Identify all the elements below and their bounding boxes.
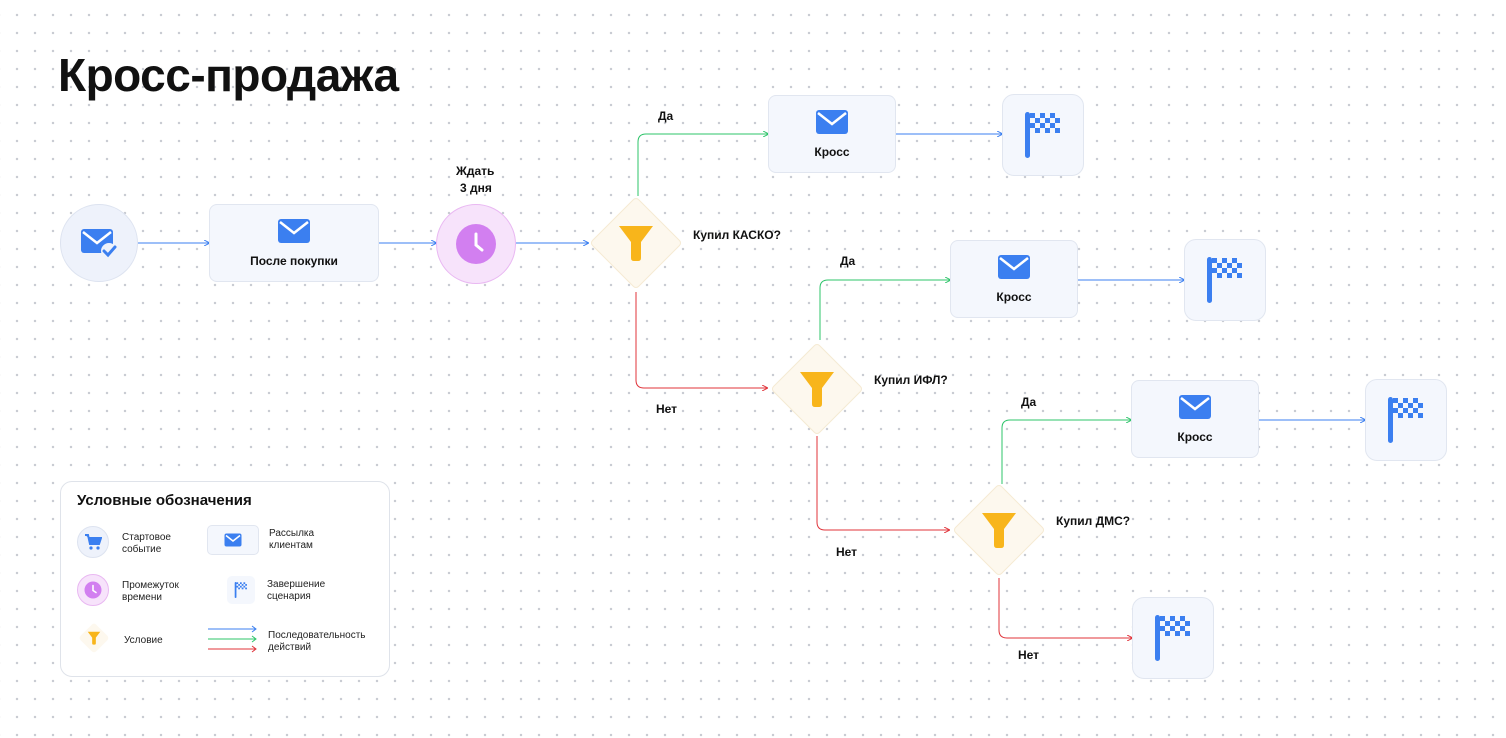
end-node-3[interactable] (1365, 379, 1447, 461)
cart-icon (85, 534, 102, 550)
funnel-icon (87, 631, 101, 645)
funnel-icon (619, 226, 653, 261)
wait-label-line2: 3 дня (460, 181, 492, 195)
no-label-1: Нет (656, 402, 678, 416)
legend-panel: Условные обозначения Стартовое событие Р… (60, 481, 390, 677)
condition-dms-icon-wrap (952, 483, 1046, 577)
legend-timer-l2: времени (122, 592, 162, 603)
legend-mail-icon (207, 525, 259, 555)
checkered-flag-icon (1207, 257, 1242, 303)
clock-icon (84, 581, 102, 599)
legend-end-icon (227, 576, 255, 604)
wait-label-line1: Ждать (456, 164, 495, 178)
condition-dms-label: Купил ДМС? (1056, 514, 1131, 528)
yes-label-2: Да (840, 254, 856, 268)
legend-start-l1: Стартовое (122, 532, 171, 543)
mail-icon (816, 110, 848, 134)
no-label-3: Нет (1018, 648, 1040, 662)
wait-timer-node[interactable] (436, 204, 516, 284)
cross-mail-node-3[interactable]: Кросс (1131, 380, 1259, 458)
legend-end-l1: Завершение (267, 579, 326, 590)
cross-mail-node-1[interactable]: Кросс (768, 95, 896, 173)
end-node-2[interactable] (1184, 239, 1266, 321)
end-node-4[interactable] (1132, 597, 1214, 679)
red-connectors (635, 292, 1132, 638)
checkered-flag-icon (1025, 112, 1060, 158)
node-label: Кросс (996, 290, 1032, 304)
legend-title: Условные обозначения (77, 492, 252, 509)
checkered-flag-icon (1388, 397, 1423, 443)
end-node-1[interactable] (1002, 94, 1084, 176)
legend-cond-label: Условие (124, 635, 163, 646)
legend-end-l2: сценария (267, 591, 311, 602)
mail-check-icon (81, 229, 117, 259)
legend-start-l2: событие (122, 544, 162, 555)
funnel-icon (982, 513, 1016, 548)
condition-kasko-label: Купил КАСКО? (693, 228, 781, 242)
page-title: Кросс-продажа (58, 49, 399, 101)
mail-icon (224, 533, 242, 547)
yes-label-1: Да (658, 109, 674, 123)
no-label-2: Нет (836, 545, 858, 559)
after-purchase-mail-node[interactable]: После покупки (209, 204, 379, 282)
checkered-flag-icon (1155, 615, 1190, 661)
checkered-flag-icon (234, 581, 247, 599)
node-label: Кросс (1177, 430, 1213, 444)
yes-label-3: Да (1021, 395, 1037, 409)
mail-icon (998, 255, 1030, 279)
legend-timer-icon (77, 574, 109, 606)
start-event-node[interactable] (60, 204, 138, 282)
cross-mail-node-2[interactable]: Кросс (950, 240, 1078, 318)
node-label: После покупки (250, 254, 338, 268)
condition-ifl-label: Купил ИФЛ? (874, 373, 948, 387)
legend-timer-l1: Промежуток (122, 580, 179, 591)
legend-seq-l1: Последовательность (268, 630, 366, 641)
legend-sequence-arrows (208, 625, 257, 653)
condition-kasko-icon-wrap (589, 196, 683, 290)
clock-icon (456, 224, 496, 264)
legend-seq-l2: действий (268, 642, 312, 653)
node-label: Кросс (814, 145, 850, 159)
condition-ifl-icon-wrap (770, 342, 864, 436)
legend-mail-l2: клиентам (269, 540, 313, 551)
funnel-icon (800, 372, 834, 407)
legend-mail-l1: Рассылка (269, 528, 315, 539)
mail-icon (1179, 395, 1211, 419)
legend-start-icon (77, 526, 109, 558)
mail-icon (278, 219, 310, 243)
